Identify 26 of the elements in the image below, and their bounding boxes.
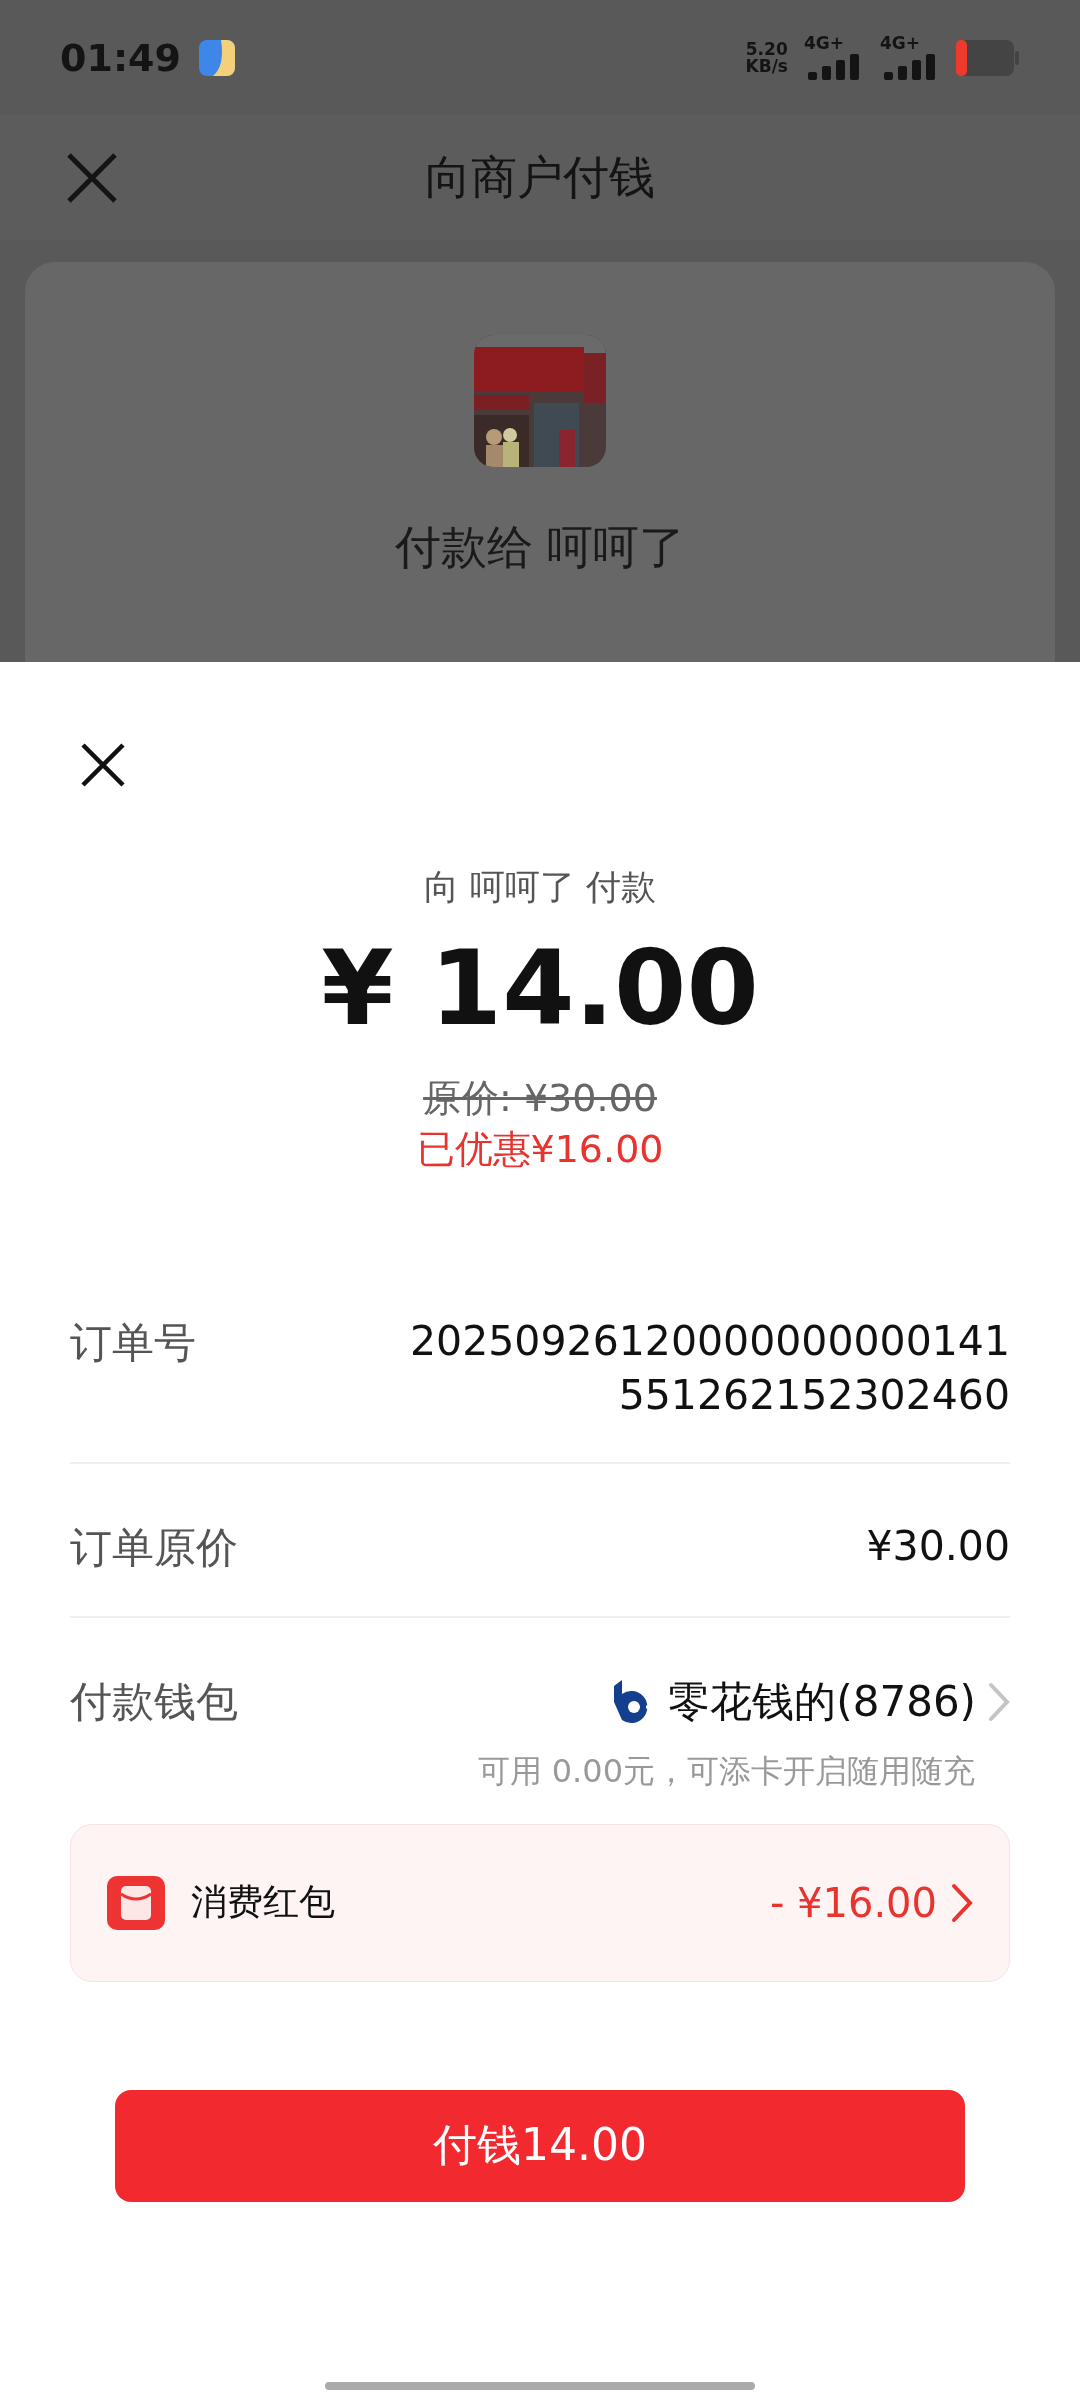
network-type: 4G+ xyxy=(880,35,922,52)
chevron-icon xyxy=(951,1883,973,1923)
coupon-row[interactable]: 消费红包 - ¥16.00 xyxy=(70,1824,1010,1982)
row-label: 订单号 xyxy=(70,1317,196,1370)
wallet-note: 可用 0.00元，可添卡开启随用随充 xyxy=(477,1751,975,1792)
network-speed: 5.20 xyxy=(745,40,788,58)
original-price: 原价: ¥30.00 xyxy=(423,1075,657,1123)
wallet-selector[interactable]: 零花钱的(8786) xyxy=(612,1674,1010,1730)
row-value: 20250926120000000000141 551262152302460 xyxy=(409,1316,1010,1421)
pay-button[interactable]: 付钱14.00 xyxy=(115,2090,965,2202)
clock-time: 01:49 xyxy=(60,35,181,80)
network-speed-unit: KB/s xyxy=(745,57,788,75)
payment-subtitle: 向 呵呵了 付款 xyxy=(422,866,658,909)
chevron-icon xyxy=(988,1682,1010,1722)
discount-text: 已优惠¥16.00 xyxy=(416,1126,664,1174)
close-icon[interactable] xyxy=(80,742,126,788)
row-value: ¥30.00 xyxy=(865,1521,1010,1572)
app-icon xyxy=(198,39,235,76)
envelope-icon xyxy=(107,1876,165,1930)
payment-amount: ¥ 14.00 xyxy=(320,931,760,1046)
payee-name: 付款给 呵呵了 xyxy=(394,519,686,576)
row-label: 付款钱包 xyxy=(70,1676,238,1728)
battery-icon xyxy=(956,39,1020,76)
page-title: 向商户付钱 xyxy=(425,149,655,204)
network-type: 4G+ xyxy=(804,35,846,52)
row-label: 订单原价 xyxy=(70,1522,238,1574)
